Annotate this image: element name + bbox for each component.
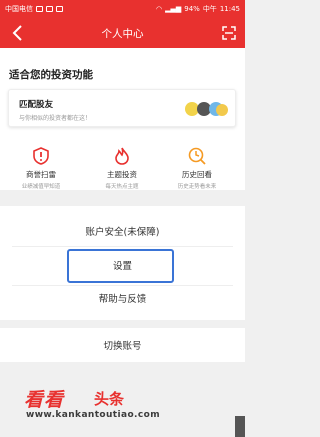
section-title: 适合您的投资功能 [9, 69, 93, 81]
notification-icon [46, 6, 53, 12]
watermark-brand: 看看 [24, 389, 65, 411]
signal-icon: ▂▄▆ [165, 5, 182, 13]
func-history-review[interactable]: 历史回看 历史走势看未来 [166, 146, 228, 190]
func-sub: 历史走势看未来 [177, 184, 217, 190]
menu-item-account-security[interactable]: 账户安全(未保障) [0, 220, 245, 242]
selection-highlight [67, 249, 174, 283]
shield-icon [33, 147, 49, 165]
wifi-icon: ◠ [155, 5, 163, 13]
func-label: 主题投资 [107, 170, 137, 179]
back-icon[interactable] [10, 24, 26, 42]
divider [12, 246, 233, 247]
menu-item-help-feedback[interactable]: 帮助与反馈 [0, 287, 245, 309]
carrier-label: 中国电信 [5, 5, 33, 13]
battery-level: 94% [184, 5, 200, 13]
scan-icon[interactable] [222, 26, 236, 40]
func-sub: 每天热点主题 [105, 184, 139, 190]
divider [12, 285, 233, 286]
time-prefix: 中午 [202, 5, 217, 13]
menu-item-label: 切换账号 [103, 341, 142, 352]
match-title: 匹配股友 [19, 100, 54, 110]
menu-item-label: 帮助与反馈 [98, 294, 147, 305]
match-friends-card[interactable]: 匹配股友 与你相似的投资者都在这！ [8, 89, 236, 127]
watermark: 看看 头条 www.kankantoutiao.com [0, 380, 245, 437]
notification-icon [56, 6, 63, 12]
func-theme-invest[interactable]: 主题投资 每天热点主题 [91, 146, 153, 190]
page-title: 个人中心 [101, 27, 144, 40]
menu-item-switch-account[interactable]: 切换账号 [0, 328, 245, 362]
clock-search-icon [188, 147, 206, 165]
invest-section: 适合您的投资功能 匹配股友 与你相似的投资者都在这！ 商誉扫雷 业绩减值早知道 … [0, 48, 245, 190]
func-goodwill-scan[interactable]: 商誉扫雷 业绩减值早知道 [10, 146, 72, 190]
func-label: 历史回看 [182, 170, 212, 179]
status-bar: 中国电信 ◠ ▂▄▆ 94% 中午 11:45 [0, 0, 245, 18]
watermark-url: www.kankantoutiao.com [26, 410, 160, 420]
avatar-group [185, 102, 228, 116]
menu-item-label: 账户安全(未保障) [85, 227, 160, 238]
watermark-brand: 头条 [94, 390, 125, 408]
nav-bar: 个人中心 [0, 18, 245, 48]
func-label: 商誉扫雷 [26, 170, 56, 179]
clock-time: 11:45 [219, 5, 240, 13]
corner-tab [235, 416, 245, 437]
match-subtitle: 与你相似的投资者都在这！ [19, 115, 92, 122]
func-sub: 业绩减值早知道 [21, 184, 61, 190]
flame-icon [115, 147, 129, 165]
notification-icon [36, 6, 43, 12]
